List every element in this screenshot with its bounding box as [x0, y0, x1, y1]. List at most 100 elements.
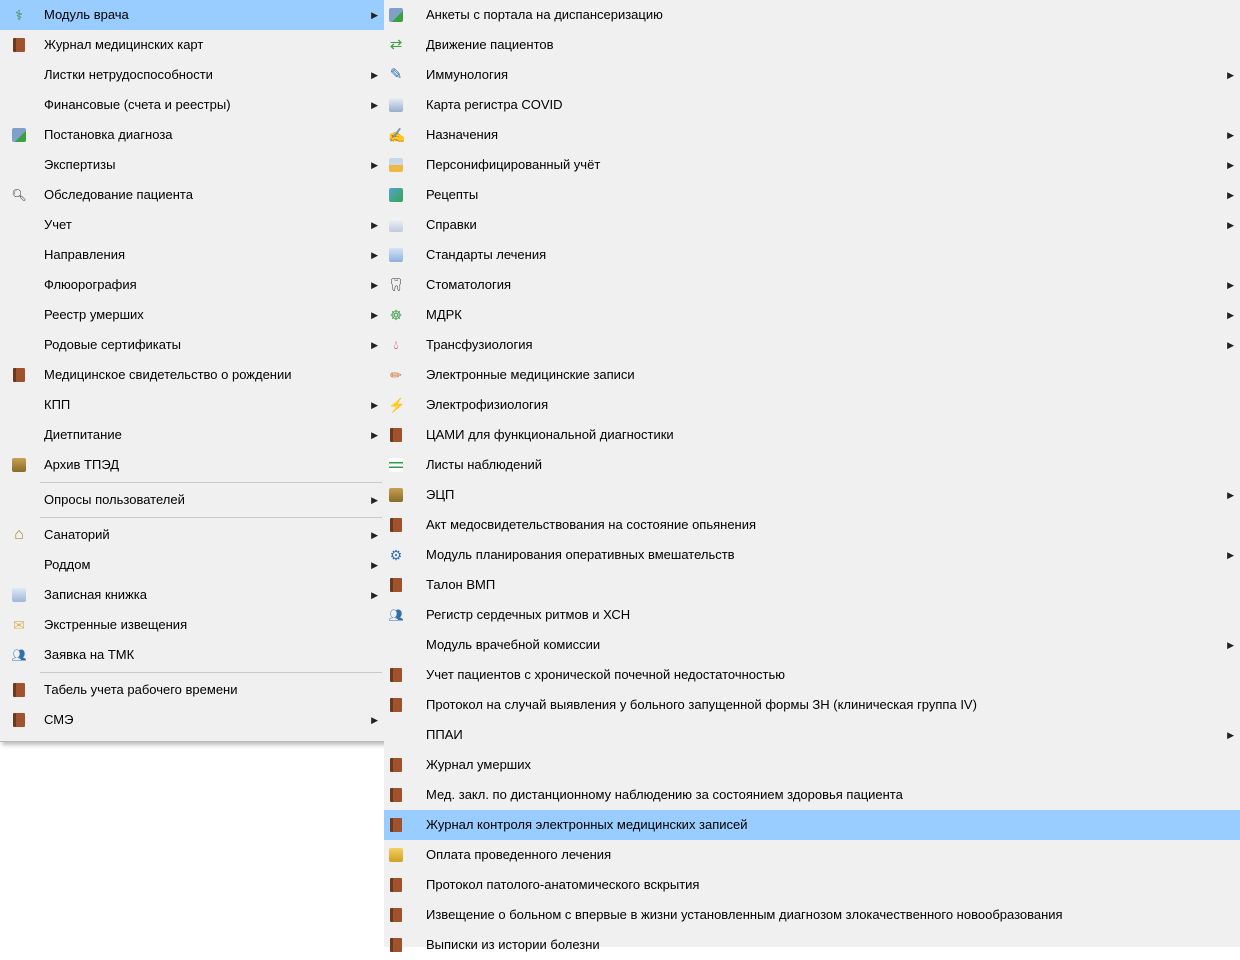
- menu-item-модуль-врачебной-комиссии[interactable]: Модуль врачебной комиссии ▶: [384, 630, 1240, 660]
- menu-item-извещение-о-больном-с-впервые-в-жизни-ус[interactable]: Извещение о больном с впервые в жизни ус…: [384, 900, 1240, 930]
- menu-item-архив-тпэд[interactable]: Архив ТПЭД: [0, 450, 384, 480]
- menu-item-label: МДРК: [426, 307, 462, 322]
- menu-item-эцп[interactable]: ЭЦП ▶: [384, 480, 1240, 510]
- menu-item-label: Роддом: [44, 557, 91, 572]
- menu-item-учет-пациентов-с-хронической-почечной-не[interactable]: Учет пациентов с хронической почечной не…: [384, 660, 1240, 690]
- sheet-icon: [389, 458, 403, 472]
- book-icon: [390, 518, 402, 532]
- menu-item-цами-для-функциональной-диагностики[interactable]: ЦАМИ для функциональной диагностики: [384, 420, 1240, 450]
- notebook-icon: [12, 588, 26, 602]
- menu-item-label: Учет пациентов с хронической почечной не…: [426, 667, 786, 682]
- menu-item-реестр-умерших[interactable]: Реестр умерших ▶: [0, 300, 384, 330]
- menu-item-label: КПП: [44, 397, 71, 412]
- menu-item-записная-книжка[interactable]: Записная книжка ▶: [0, 580, 384, 610]
- menu-item-направления[interactable]: Направления ▶: [0, 240, 384, 270]
- menu-item-движение-пациентов[interactable]: ⇄ Движение пациентов: [384, 30, 1240, 60]
- menu-item-протокол-патолого-анатомического-вскрыти[interactable]: Протокол патолого-анатомического вскрыти…: [384, 870, 1240, 900]
- menu-item-регистр-сердечных-ритмов-и-хсн[interactable]: 👥︎ Регистр сердечных ритмов и ХСН: [384, 600, 1240, 630]
- menu-item-выписки-из-истории-болезни[interactable]: Выписки из истории болезни: [384, 930, 1240, 960]
- menu-item-экстренные-извещения[interactable]: ✉ Экстренные извещения: [0, 610, 384, 640]
- menu-item-справки[interactable]: Справки ▶: [384, 210, 1240, 240]
- menu-item-модуль-врача[interactable]: ⚕ Модуль врача ▶: [0, 0, 384, 30]
- book-icon: [390, 698, 402, 712]
- menu-item-флюорография[interactable]: Флюорография ▶: [0, 270, 384, 300]
- doctor-module-submenu: Анкеты с портала на диспансеризацию ⇄ Движ…: [384, 0, 1240, 952]
- menu-item-label: Направления: [44, 247, 126, 262]
- users-icon: 👥︎: [11, 648, 27, 662]
- submenu-arrow-icon: ▶: [371, 310, 378, 320]
- menu-item-карта-регистра-covid[interactable]: Карта регистра COVID: [384, 90, 1240, 120]
- menu-item-персонифицированный-учёт[interactable]: Персонифицированный учёт ▶: [384, 150, 1240, 180]
- menu-item-label: Журнал контроля электронных медицинских …: [426, 817, 748, 832]
- menu-separator: [40, 672, 382, 673]
- menu-item-модуль-планирования-оперативных-вмешател[interactable]: ⚙ Модуль планирования оперативных вмешате…: [384, 540, 1240, 570]
- menu-item-оплата-проведенного-лечения[interactable]: Оплата проведенного лечения: [384, 840, 1240, 870]
- menu-item-label: ППАИ: [426, 727, 463, 742]
- menu-item-учет[interactable]: Учет ▶: [0, 210, 384, 240]
- menu-item-медицинское-свидетельство-о-рождении[interactable]: Медицинское свидетельство о рождении: [0, 360, 384, 390]
- menu-item-label: Выписки из истории болезни: [426, 937, 600, 952]
- menu-item-стоматология[interactable]: 🦷︎ Стоматология ▶: [384, 270, 1240, 300]
- menu-item-label: Протокол на случай выявления у больного …: [426, 697, 977, 712]
- menu-item-родовые-сертификаты[interactable]: Родовые сертификаты ▶: [0, 330, 384, 360]
- menu-item-рецепты[interactable]: Рецепты ▶: [384, 180, 1240, 210]
- menu-item-label: Журнал умерших: [426, 757, 531, 772]
- menu-item-акт-медосвидетельствования-на-состояние-[interactable]: Акт медосвидетельствования на состояние …: [384, 510, 1240, 540]
- menu-item-label: Модуль планирования оперативных вмешател…: [426, 547, 735, 562]
- submenu-arrow-icon: ▶: [371, 10, 378, 20]
- book-icon: [390, 788, 402, 802]
- menu-item-журнал-умерших[interactable]: Журнал умерших: [384, 750, 1240, 780]
- menu-item-label: Стоматология: [426, 277, 512, 292]
- menu-item-табель-учета-рабочего-времени[interactable]: Табель учета рабочего времени: [0, 675, 384, 705]
- menu-item-назначения[interactable]: ✍ Назначения ▶: [384, 120, 1240, 150]
- menu-item-смэ[interactable]: СМЭ ▶: [0, 705, 384, 735]
- submenu-arrow-icon: ▶: [371, 590, 378, 600]
- menu-item-диетпитание[interactable]: Диетпитание ▶: [0, 420, 384, 450]
- menu-item-label: Заявка на ТМК: [44, 647, 135, 662]
- menu-item-анкеты-с-портала-на-диспансеризацию[interactable]: Анкеты с портала на диспансеризацию: [384, 0, 1240, 30]
- menu-item-журнал-медицинских-карт[interactable]: Журнал медицинских карт: [0, 30, 384, 60]
- menu-item-иммунология[interactable]: ✎ Иммунология ▶: [384, 60, 1240, 90]
- menu-item-заявка-на-тмк[interactable]: 👥︎ Заявка на ТМК: [0, 640, 384, 670]
- main-menu: ⚕ Модуль врача ▶ Журнал медицинских карт Лис…: [0, 0, 385, 742]
- book-icon: [390, 938, 402, 952]
- menu-item-финансовые-счета-и-реестры[interactable]: Финансовые (счета и реестры) ▶: [0, 90, 384, 120]
- submenu-arrow-icon: ▶: [371, 220, 378, 230]
- menu-item-ппаи[interactable]: ППАИ ▶: [384, 720, 1240, 750]
- menu-item-label: Электронные медицинские записи: [426, 367, 635, 382]
- submenu-arrow-icon: ▶: [371, 430, 378, 440]
- menu-item-санаторий[interactable]: ⌂ Санаторий ▶: [0, 520, 384, 550]
- menu-item-экспертизы[interactable]: Экспертизы ▶: [0, 150, 384, 180]
- menu-item-электронные-медицинские-записи[interactable]: ✏ Электронные медицинские записи: [384, 360, 1240, 390]
- menu-item-журнал-контроля-электронных-медицинских-[interactable]: Журнал контроля электронных медицинских …: [384, 810, 1240, 840]
- submenu-arrow-icon: ▶: [371, 715, 378, 725]
- menu-item-талон-вмп[interactable]: Талон ВМП: [384, 570, 1240, 600]
- menu-item-label: Персонифицированный учёт: [426, 157, 601, 172]
- book-icon: [390, 428, 402, 442]
- menu-item-мед-закл-по-дистанционному-наблюдению-за[interactable]: Мед. закл. по дистанционному наблюдению …: [384, 780, 1240, 810]
- edit-record-icon: ✏: [390, 367, 402, 383]
- menu-item-мдрк[interactable]: ☸ МДРК ▶: [384, 300, 1240, 330]
- menu-item-стандарты-лечения[interactable]: Стандарты лечения: [384, 240, 1240, 270]
- book-icon: [390, 878, 402, 892]
- electro-icon: ⚡: [388, 397, 406, 413]
- menu-item-трансфузиология[interactable]: 💧︎ Трансфузиология ▶: [384, 330, 1240, 360]
- menu-separator: [40, 482, 382, 483]
- menu-item-кпп[interactable]: КПП ▶: [0, 390, 384, 420]
- menu-separator: [40, 517, 382, 518]
- menu-item-протокол-на-случай-выявления-у-больного-[interactable]: Протокол на случай выявления у больного …: [384, 690, 1240, 720]
- menu-item-постановка-диагноза[interactable]: Постановка диагноза: [0, 120, 384, 150]
- menu-item-электрофизиология[interactable]: ⚡ Электрофизиология: [384, 390, 1240, 420]
- menu-item-опросы-пользователей[interactable]: Опросы пользователей ▶: [0, 485, 384, 515]
- submenu-arrow-icon: ▶: [371, 560, 378, 570]
- submenu-arrow-icon: ▶: [371, 280, 378, 290]
- menu-item-листы-наблюдений[interactable]: Листы наблюдений: [384, 450, 1240, 480]
- menu-item-label: Реестр умерших: [44, 307, 144, 322]
- book-icon: [13, 713, 25, 727]
- book-icon: [13, 683, 25, 697]
- menu-item-label: Назначения: [426, 127, 499, 142]
- menu-item-label: Экспертизы: [44, 157, 116, 172]
- menu-item-роддом[interactable]: Роддом ▶: [0, 550, 384, 580]
- menu-item-листки-нетрудоспособности[interactable]: Листки нетрудоспособности ▶: [0, 60, 384, 90]
- menu-item-обследование-пациента[interactable]: 🔍︎ Обследование пациента: [0, 180, 384, 210]
